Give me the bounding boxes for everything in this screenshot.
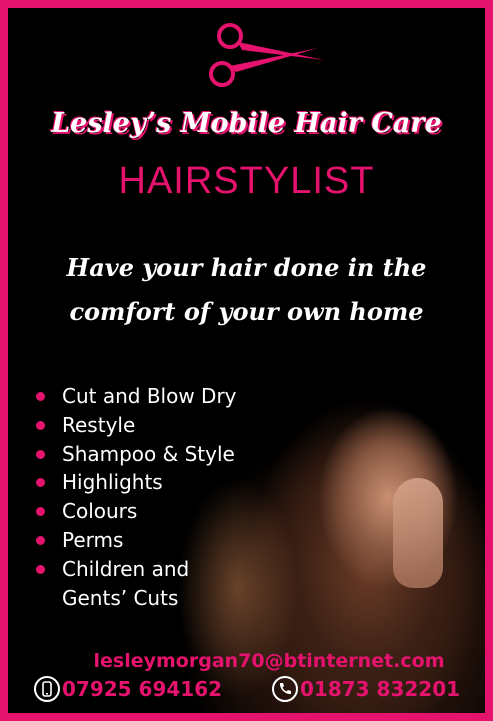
service-item: Highlights xyxy=(36,468,237,497)
mobile-number: 07925 694162 xyxy=(62,677,223,701)
telephone-icon xyxy=(272,676,298,702)
business-subtitle: HAIRSTYLIST xyxy=(118,160,375,202)
landline-number-link[interactable]: 01873 832201 xyxy=(272,676,460,702)
service-item: Perms xyxy=(36,526,237,555)
service-item-continued: Gents’ Cuts xyxy=(62,585,179,610)
landline-number: 01873 832201 xyxy=(300,677,461,701)
bullet-icon xyxy=(36,535,45,545)
bullet-icon xyxy=(36,507,45,517)
business-name: Lesley’s Mobile Hair Care xyxy=(51,108,442,139)
mobile-phone-icon xyxy=(34,676,60,702)
service-item: Shampoo & Style xyxy=(36,440,237,469)
service-item: Restyle xyxy=(36,411,237,440)
bullet-icon xyxy=(36,420,45,430)
bullet-icon xyxy=(36,564,45,574)
flyer: Lesley’s Mobile Hair Care HAIRSTYLIST Ha… xyxy=(0,0,493,721)
mobile-number-link[interactable]: 07925 694162 xyxy=(34,676,222,702)
tagline-line-2: comfort of your own home xyxy=(69,297,424,326)
service-item: Cut and Blow Dry xyxy=(36,382,237,411)
bullet-icon xyxy=(36,449,45,459)
service-item: Colours xyxy=(36,497,237,526)
email-link[interactable]: lesleymorgan70@btinternet.com xyxy=(0,650,493,672)
tagline: Have your hair done in the comfort of yo… xyxy=(30,246,463,334)
tagline-line-1: Have your hair done in the xyxy=(66,253,427,282)
bullet-icon xyxy=(36,392,45,401)
service-item: Children and xyxy=(36,555,237,584)
bullet-icon xyxy=(36,478,45,488)
services-list: Cut and Blow Dry Restyle Shampoo & Style… xyxy=(36,382,237,612)
scissors-icon xyxy=(209,23,324,87)
model-hand xyxy=(393,478,443,588)
